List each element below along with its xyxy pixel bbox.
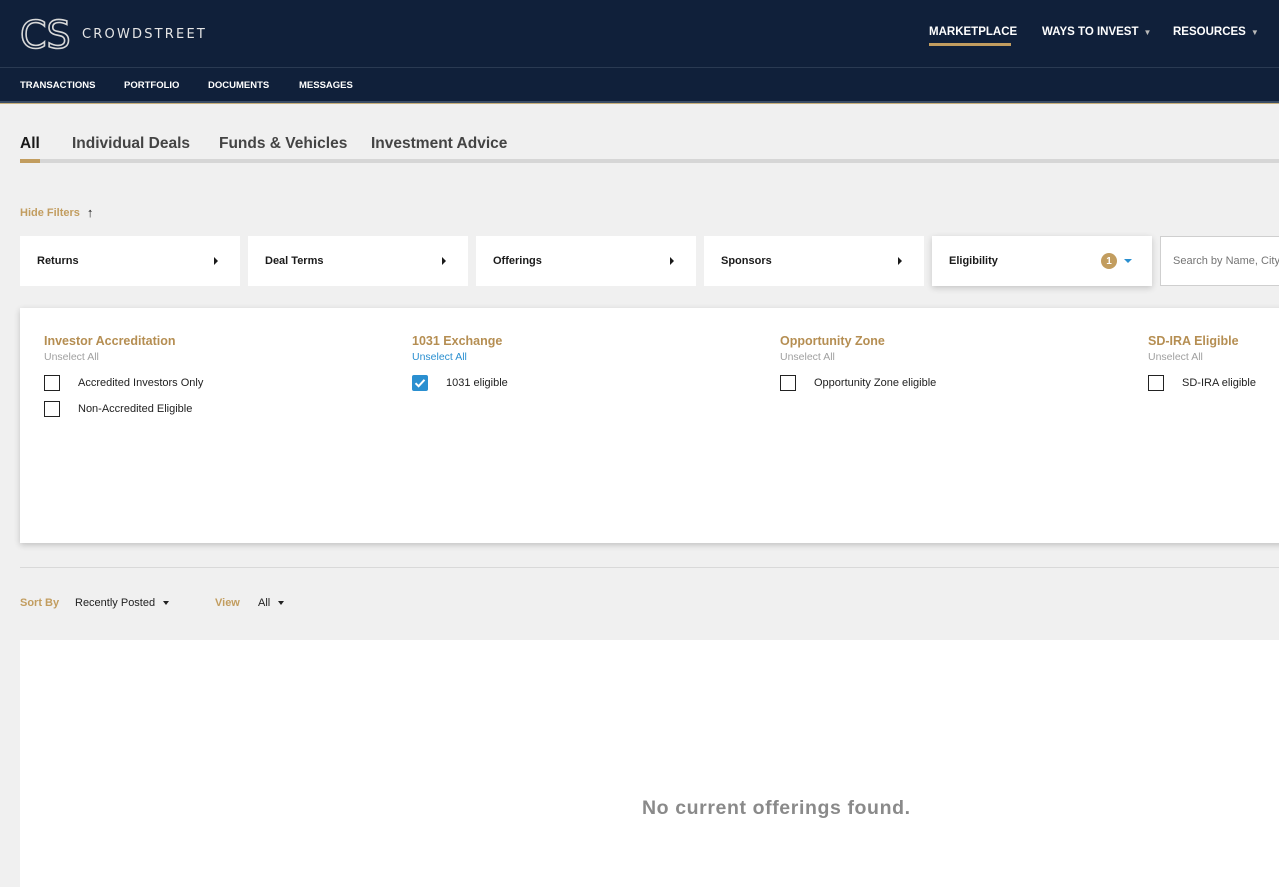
unselect-all-link[interactable]: Unselect All — [44, 351, 203, 363]
caret-down-icon: ▼ — [1250, 27, 1259, 37]
checkbox[interactable] — [1148, 375, 1164, 391]
nav-marketplace-label: MARKETPLACE — [929, 26, 1018, 38]
brand-name: CROWDSTREET — [82, 26, 208, 42]
subnav-portfolio[interactable]: PORTFOLIO — [124, 80, 179, 91]
sort-by-label: Sort By — [20, 597, 60, 609]
nav-active-indicator — [929, 43, 1011, 46]
caret-down-icon — [1124, 259, 1132, 263]
checkbox-label: Non-Accredited Eligible — [78, 403, 193, 415]
view-dropdown[interactable]: All — [258, 597, 285, 609]
unselect-all-link[interactable]: Unselect All — [780, 351, 936, 363]
hide-filters-button[interactable]: Hide Filters ↑ — [20, 205, 93, 220]
subnav-messages[interactable]: MESSAGES — [299, 80, 353, 91]
checkbox[interactable] — [44, 401, 60, 417]
caret-down-icon: ▼ — [1143, 27, 1152, 37]
filter-group-1031: 1031 Exchange Unselect All 1031 eligible — [412, 334, 508, 391]
top-header: CS CROWDSTREET MARKETPLACE WAYS TO INVES… — [0, 0, 1279, 67]
tab-individual-deals[interactable]: Individual Deals — [72, 135, 190, 153]
section-divider — [20, 567, 1279, 568]
caret-right-icon — [214, 257, 218, 265]
tab-investment-advice[interactable]: Investment Advice — [371, 135, 507, 153]
checkbox[interactable] — [44, 375, 60, 391]
group-title: 1031 Exchange — [412, 334, 503, 348]
checkbox[interactable] — [780, 375, 796, 391]
filter-eligibility[interactable]: Eligibility 1 — [932, 236, 1152, 286]
tab-all[interactable]: All — [20, 135, 40, 153]
filter-returns[interactable]: Returns — [20, 236, 240, 286]
caret-right-icon — [442, 257, 446, 265]
eligibility-panel: Investor Accreditation Unselect All Accr… — [20, 308, 1279, 543]
view-value: All — [258, 597, 271, 609]
filter-deal-terms[interactable]: Deal Terms — [248, 236, 468, 286]
tab-funds-vehicles[interactable]: Funds & Vehicles — [219, 135, 347, 153]
checkbox-label: 1031 eligible — [446, 377, 508, 389]
arrow-up-icon: ↑ — [86, 205, 94, 220]
filter-group-accreditation: Investor Accreditation Unselect All Accr… — [44, 334, 203, 417]
checkbox-option[interactable]: SD-IRA eligible — [1148, 375, 1256, 391]
results-panel — [20, 640, 1279, 887]
filter-deal-terms-label: Deal Terms — [265, 255, 324, 267]
checkbox-option[interactable]: Accredited Investors Only — [44, 375, 203, 391]
hide-filters-label: Hide Filters — [20, 206, 80, 219]
filter-group-opportunity-zone: Opportunity Zone Unselect All Opportunit… — [780, 334, 936, 391]
nav-marketplace[interactable]: MARKETPLACE — [929, 26, 1017, 38]
group-title: Investor Accreditation — [44, 334, 176, 348]
sub-navigation — [0, 67, 1279, 103]
crowdstreet-logo[interactable]: CS CROWDSTREET — [20, 16, 207, 52]
sort-value: Recently Posted — [75, 597, 156, 609]
tab-active-indicator — [20, 159, 40, 163]
caret-down-icon — [278, 601, 285, 605]
checkbox-option[interactable]: 1031 eligible — [412, 375, 508, 391]
filter-eligibility-label: Eligibility — [949, 255, 998, 267]
filter-offerings[interactable]: Offerings — [476, 236, 696, 286]
caret-right-icon — [670, 257, 674, 265]
tabs-rail — [20, 159, 1279, 163]
group-title: Opportunity Zone — [780, 334, 885, 348]
checkbox-option[interactable]: Non-Accredited Eligible — [44, 401, 203, 417]
check-icon — [414, 379, 426, 388]
filter-count-badge: 1 — [1101, 253, 1117, 269]
filter-offerings-label: Offerings — [493, 255, 542, 267]
empty-state-message: No current offerings found. — [642, 797, 911, 819]
filter-group-sd-ira: SD-IRA Eligible Unselect All SD-IRA elig… — [1148, 334, 1256, 391]
checkbox-checked[interactable] — [412, 375, 428, 391]
search-input[interactable] — [1160, 236, 1279, 286]
subnav-transactions[interactable]: TRANSACTIONS — [20, 80, 95, 91]
nav-resources-label: RESOURCES — [1173, 26, 1246, 38]
nav-resources[interactable]: RESOURCES ▼ — [1173, 26, 1259, 38]
checkbox-label: Accredited Investors Only — [78, 377, 204, 389]
caret-down-icon — [163, 601, 170, 605]
caret-right-icon — [898, 257, 902, 265]
svg-text:CS: CS — [20, 16, 71, 52]
unselect-all-link[interactable]: Unselect All — [1148, 351, 1256, 363]
divider — [0, 103, 1279, 109]
filter-sponsors[interactable]: Sponsors — [704, 236, 924, 286]
cs-logo-icon: CS — [20, 16, 71, 52]
checkbox-option[interactable]: Opportunity Zone eligible — [780, 375, 936, 391]
nav-ways-to-invest[interactable]: WAYS TO INVEST ▼ — [1042, 26, 1151, 38]
view-label: View — [215, 597, 240, 609]
subnav-documents[interactable]: DOCUMENTS — [208, 80, 269, 91]
sort-dropdown[interactable]: Recently Posted — [75, 597, 170, 609]
checkbox-label: SD-IRA eligible — [1182, 377, 1256, 389]
group-title: SD-IRA Eligible — [1148, 334, 1239, 348]
nav-ways-label: WAYS TO INVEST — [1042, 26, 1139, 38]
filter-sponsors-label: Sponsors — [721, 255, 772, 267]
filter-returns-label: Returns — [37, 255, 79, 267]
unselect-all-link[interactable]: Unselect All — [412, 351, 508, 363]
checkbox-label: Opportunity Zone eligible — [814, 377, 937, 389]
